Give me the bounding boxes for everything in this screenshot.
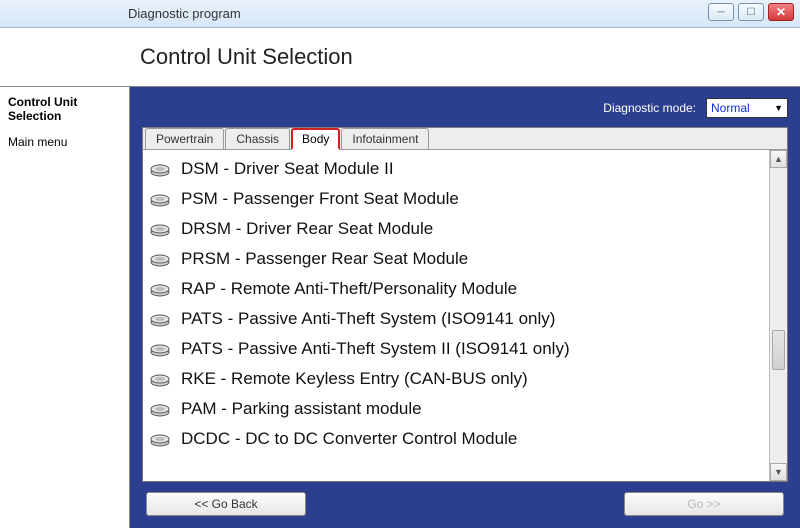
list-item[interactable]: PATS - Passive Anti-Theft System (ISO914…	[149, 304, 763, 334]
go-button[interactable]: Go >>	[624, 492, 784, 516]
list-item[interactable]: DCDC - DC to DC Converter Control Module	[149, 424, 763, 454]
ecu-icon	[149, 251, 171, 267]
ecu-icon	[149, 371, 171, 387]
list-item-label: PSM - Passenger Front Seat Module	[181, 189, 459, 209]
list-item-label: PATS - Passive Anti-Theft System (ISO914…	[181, 309, 555, 329]
ecu-icon	[149, 221, 171, 237]
go-back-button[interactable]: << Go Back	[146, 492, 306, 516]
diagnostic-mode-select[interactable]: Normal ▼	[706, 98, 788, 118]
list-item-label: PAM - Parking assistant module	[181, 399, 422, 419]
list-item-label: DRSM - Driver Rear Seat Module	[181, 219, 433, 239]
ecu-icon	[149, 311, 171, 327]
minimize-button[interactable]: ─	[708, 3, 734, 21]
scroll-up-button[interactable]: ▲	[770, 150, 787, 168]
tabs-container: Powertrain Chassis Body Infotainment DSM…	[142, 127, 788, 482]
tab-chassis[interactable]: Chassis	[225, 128, 290, 149]
list-item-label: DCDC - DC to DC Converter Control Module	[181, 429, 517, 449]
list-item-label: DSM - Driver Seat Module II	[181, 159, 394, 179]
diagnostic-mode-value: Normal	[711, 101, 750, 115]
ecu-icon	[149, 161, 171, 177]
ecu-icon	[149, 341, 171, 357]
tabs: Powertrain Chassis Body Infotainment	[143, 128, 787, 150]
sidebar-item-main-menu[interactable]: Main menu	[8, 133, 121, 151]
scroll-track[interactable]	[770, 168, 787, 463]
tab-powertrain[interactable]: Powertrain	[145, 128, 224, 149]
main-panel: Diagnostic mode: Normal ▼ Powertrain Cha…	[130, 87, 800, 528]
module-list-container: DSM - Driver Seat Module II PSM - Passen…	[143, 150, 787, 481]
list-item-label: RKE - Remote Keyless Entry (CAN-BUS only…	[181, 369, 528, 389]
maximize-button[interactable]: ☐	[738, 3, 764, 21]
window-title: Diagnostic program	[128, 6, 241, 21]
ecu-icon	[149, 401, 171, 417]
body: Control Unit Selection Main menu Diagnos…	[0, 86, 800, 528]
ecu-icon	[149, 191, 171, 207]
footer: << Go Back Go >>	[142, 482, 788, 518]
diagnostic-mode-row: Diagnostic mode: Normal ▼	[142, 97, 788, 119]
page-header: Control Unit Selection	[0, 28, 800, 86]
sidebar: Control Unit Selection Main menu	[0, 87, 130, 528]
ecu-icon	[149, 281, 171, 297]
close-button[interactable]: ✕	[768, 3, 794, 21]
ecu-icon	[149, 431, 171, 447]
list-item[interactable]: PRSM - Passenger Rear Seat Module	[149, 244, 763, 274]
sidebar-item-control-unit-selection[interactable]: Control Unit Selection	[8, 93, 121, 125]
list-item[interactable]: DRSM - Driver Rear Seat Module	[149, 214, 763, 244]
list-item[interactable]: DSM - Driver Seat Module II	[149, 154, 763, 184]
chevron-down-icon: ▼	[774, 103, 783, 113]
scroll-down-button[interactable]: ▼	[770, 463, 787, 481]
module-list: DSM - Driver Seat Module II PSM - Passen…	[143, 150, 769, 481]
diagnostic-mode-label: Diagnostic mode:	[603, 101, 696, 115]
window-buttons: ─ ☐ ✕	[708, 3, 794, 21]
list-item-label: PATS - Passive Anti-Theft System II (ISO…	[181, 339, 570, 359]
list-item[interactable]: RKE - Remote Keyless Entry (CAN-BUS only…	[149, 364, 763, 394]
list-item[interactable]: RAP - Remote Anti-Theft/Personality Modu…	[149, 274, 763, 304]
list-item-label: RAP - Remote Anti-Theft/Personality Modu…	[181, 279, 517, 299]
tab-infotainment[interactable]: Infotainment	[341, 128, 429, 149]
list-item[interactable]: PSM - Passenger Front Seat Module	[149, 184, 763, 214]
list-item[interactable]: PAM - Parking assistant module	[149, 394, 763, 424]
list-item[interactable]: PATS - Passive Anti-Theft System II (ISO…	[149, 334, 763, 364]
scroll-thumb[interactable]	[772, 330, 785, 370]
window-titlebar: Diagnostic program ─ ☐ ✕	[0, 0, 800, 28]
scrollbar[interactable]: ▲ ▼	[769, 150, 787, 481]
page-title: Control Unit Selection	[140, 44, 353, 70]
list-item-label: PRSM - Passenger Rear Seat Module	[181, 249, 468, 269]
tab-body[interactable]: Body	[291, 128, 340, 150]
